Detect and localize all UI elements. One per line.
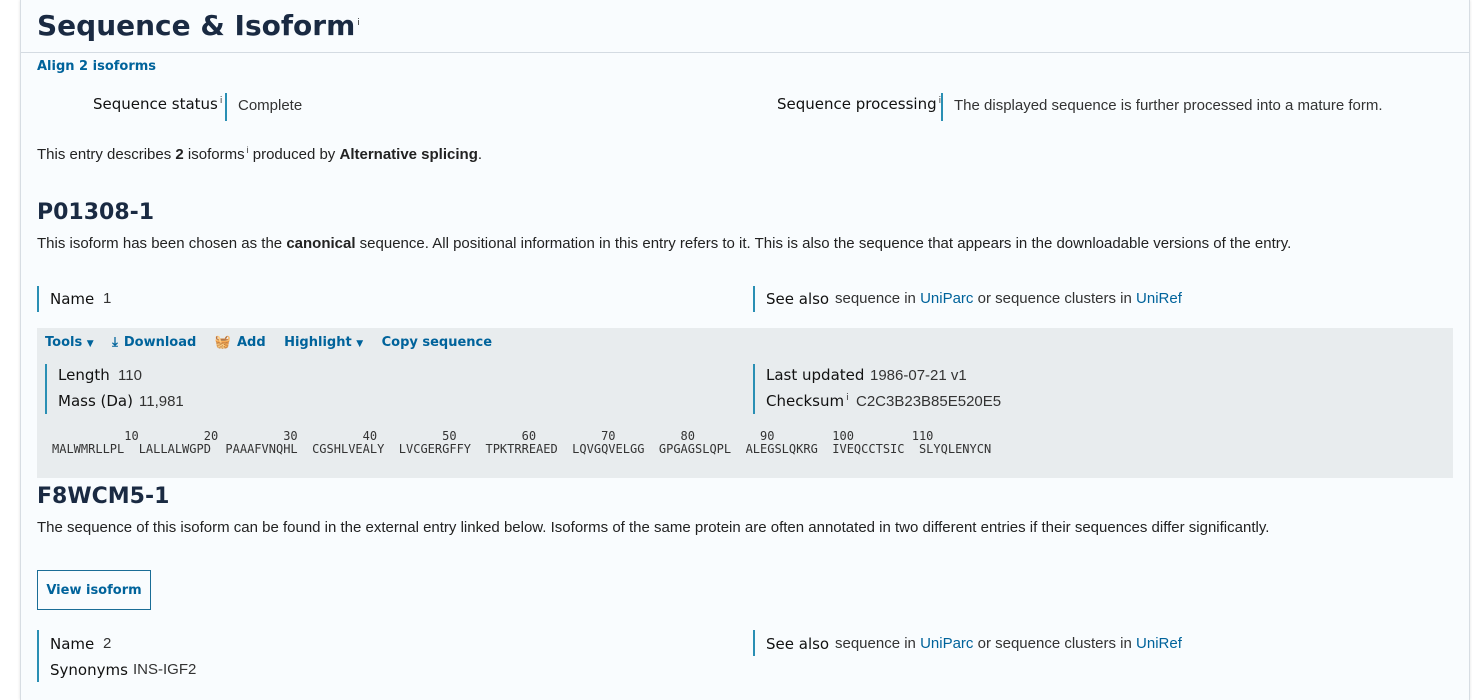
isoform2-id: F8WCM5-1 bbox=[37, 484, 170, 509]
checksum-label-text: Checksum bbox=[766, 392, 845, 410]
isoform1-description: This isoform has been chosen as the cano… bbox=[37, 235, 1291, 252]
processing-divider bbox=[941, 93, 943, 121]
section-header: Sequence & Isoform i bbox=[21, 0, 1469, 53]
updated-checksum-divider bbox=[753, 364, 755, 414]
isoform1-id: P01308-1 bbox=[37, 200, 155, 225]
entry-desc-suffix: . bbox=[477, 146, 483, 163]
section-title-text: Sequence & Isoform bbox=[37, 9, 356, 42]
caret-down-icon: ▼ bbox=[86, 339, 94, 349]
mass-label: Mass (Da) bbox=[58, 392, 133, 410]
isoform1-name-value: 1 bbox=[103, 290, 112, 307]
see-also-text: sequence in bbox=[835, 635, 921, 652]
sequence-status-value: Complete bbox=[238, 97, 303, 114]
entry-description: This entry describes 2 isoforms i produce… bbox=[37, 145, 482, 163]
name-divider bbox=[37, 286, 39, 312]
mass-value: 11,981 bbox=[139, 393, 184, 410]
last-updated-label: Last updated bbox=[766, 366, 865, 384]
tools-label: Tools bbox=[45, 335, 83, 350]
download-label: Download bbox=[123, 335, 197, 350]
section-title: Sequence & Isoform i bbox=[37, 9, 360, 42]
entry-desc-isoforms: isoforms bbox=[183, 146, 245, 163]
add-label: Add bbox=[236, 335, 266, 350]
sequence-panel: Tools ▼ ⤓ Download 🧺 Add Highlight ▼ Copy … bbox=[37, 328, 1453, 478]
isoform1-see-also: sequence in UniParc or sequence clusters… bbox=[835, 290, 1182, 307]
sequence-processing-label-text: Sequence processing bbox=[777, 95, 937, 113]
sequence-toolbar: Tools ▼ ⤓ Download 🧺 Add Highlight ▼ Copy … bbox=[45, 333, 492, 351]
download-icon: ⤓ bbox=[112, 335, 118, 350]
caret-down-icon: ▼ bbox=[356, 339, 364, 349]
uniparc-link[interactable]: UniParc bbox=[920, 635, 973, 652]
isoform2-description: The sequence of this isoform can be foun… bbox=[37, 519, 1270, 536]
copy-sequence-button[interactable]: Copy sequence bbox=[382, 335, 493, 350]
status-divider bbox=[225, 93, 227, 121]
see-also-divider bbox=[753, 630, 755, 656]
splicing-mechanism: Alternative splicing bbox=[339, 146, 478, 163]
synonyms-value: INS-IGF2 bbox=[133, 661, 197, 678]
canonical-label: canonical bbox=[286, 235, 356, 252]
uniref-link[interactable]: UniRef bbox=[1136, 635, 1182, 652]
isoform1-see-also-label: See also bbox=[766, 290, 830, 308]
tools-menu[interactable]: Tools ▼ bbox=[45, 335, 94, 350]
see-also-text: or sequence clusters in bbox=[973, 635, 1137, 652]
isoform1-desc-suffix: sequence. All positional information in … bbox=[355, 235, 1292, 252]
isoform2-see-also-label: See also bbox=[766, 635, 830, 653]
length-value: 110 bbox=[118, 367, 142, 384]
isoform-count: 2 bbox=[175, 146, 184, 163]
isoform2-name-value: 2 bbox=[103, 635, 112, 652]
checksum-label: Checksum i bbox=[766, 392, 849, 410]
see-also-text: or sequence clusters in bbox=[973, 290, 1137, 307]
sequence-status-label: Sequence status i bbox=[93, 95, 222, 113]
info-icon[interactable]: i bbox=[846, 393, 849, 403]
see-also-divider bbox=[753, 286, 755, 312]
isoform2-name-label: Name bbox=[50, 635, 95, 653]
uniparc-link[interactable]: UniParc bbox=[920, 290, 973, 307]
highlight-menu[interactable]: Highlight ▼ bbox=[284, 335, 363, 350]
view-isoform-button[interactable]: View isoform bbox=[37, 570, 151, 610]
entry-desc-mid: produced by bbox=[248, 146, 340, 163]
see-also-text: sequence in bbox=[835, 290, 921, 307]
uniref-link[interactable]: UniRef bbox=[1136, 290, 1182, 307]
synonyms-label: Synonyms bbox=[50, 661, 128, 679]
highlight-label: Highlight bbox=[284, 335, 352, 350]
length-label: Length bbox=[58, 366, 110, 384]
add-button[interactable]: 🧺 Add bbox=[215, 335, 266, 350]
info-icon[interactable]: i bbox=[357, 18, 360, 28]
sequence-processing-label: Sequence processing i bbox=[777, 95, 941, 113]
entry-desc-prefix: This entry describes bbox=[37, 146, 176, 163]
isoform2-see-also: sequence in UniParc or sequence clusters… bbox=[835, 635, 1182, 652]
align-isoforms-link[interactable]: Align 2 isoforms bbox=[37, 59, 156, 74]
basket-icon: 🧺 bbox=[214, 335, 231, 350]
length-mass-divider bbox=[45, 364, 47, 414]
sequence-status-label-text: Sequence status bbox=[93, 95, 218, 113]
isoform1-desc-prefix: This isoform has been chosen as the bbox=[37, 235, 287, 252]
name-synonyms-divider bbox=[37, 630, 39, 682]
isoform1-name-label: Name bbox=[50, 290, 95, 308]
last-updated-value: 1986-07-21 v1 bbox=[870, 367, 967, 384]
amino-acid-sequence[interactable]: MALWMRLLPL LALLALWGPD PAAAFVNQHL CGSHLVE… bbox=[52, 443, 991, 456]
sequence-processing-value: The displayed sequence is further proces… bbox=[954, 97, 1383, 114]
sequence-isoform-card: Sequence & Isoform i Align 2 isoforms Seq… bbox=[20, 0, 1470, 700]
info-icon[interactable]: i bbox=[220, 96, 223, 106]
download-button[interactable]: ⤓ Download bbox=[112, 335, 196, 350]
checksum-value: C2C3B23B85E520E5 bbox=[856, 393, 1002, 410]
